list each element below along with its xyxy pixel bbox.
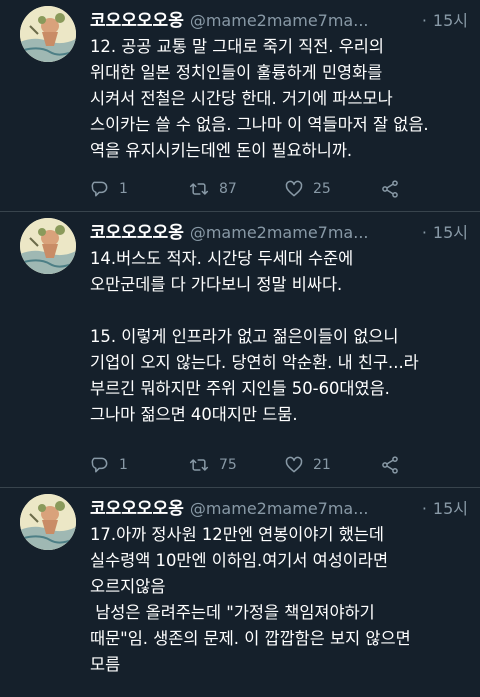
tweet-text: 17.아까 정사원 12만엔 연봉이야기 했는데 실수령액 10만엔 이하임.여…	[90, 525, 411, 674]
share-icon	[382, 456, 398, 474]
share-button[interactable]	[380, 179, 400, 199]
timestamp[interactable]: 15시	[433, 495, 468, 519]
tweet[interactable]: 코오오오오옹 @mame2mame7ma... · 15시 12. 공공 교통 …	[0, 0, 480, 212]
reply-count: 1	[119, 457, 128, 473]
heart-icon	[285, 180, 303, 197]
display-name[interactable]: 코오오오오옹	[90, 494, 184, 519]
like-count: 21	[313, 457, 331, 473]
share-icon	[382, 180, 398, 198]
avatar-image	[20, 218, 76, 274]
reply-button[interactable]: 1	[90, 179, 188, 199]
reply-icon	[91, 457, 108, 473]
like-button[interactable]: 21	[284, 455, 380, 475]
display-name[interactable]: 코오오오오옹	[90, 218, 184, 243]
share-button[interactable]	[380, 455, 400, 475]
separator-dot: ·	[421, 499, 427, 518]
tweet[interactable]: 코오오오오옹 @mame2mame7ma... · 15시 17.아까 정사원 …	[0, 488, 480, 697]
user-handle[interactable]: @mame2mame7ma...	[190, 223, 416, 242]
separator-dot: ·	[421, 11, 427, 30]
timestamp[interactable]: 15시	[433, 7, 468, 31]
heart-icon	[285, 456, 303, 473]
avatar[interactable]	[20, 494, 76, 550]
timestamp[interactable]: 15시	[433, 219, 468, 243]
tweet-text: 14.버스도 적자. 시간당 두세대 수준에 오만군데를 다 가다보니 정말 비…	[90, 249, 419, 424]
avatar-image	[20, 6, 76, 62]
separator-dot: ·	[421, 223, 427, 242]
tweet-thread: 코오오오오옹 @mame2mame7ma... · 15시 12. 공공 교통 …	[0, 0, 480, 695]
tweet[interactable]: 코오오오오옹 @mame2mame7ma... · 15시 14.버스도 적자.…	[0, 212, 480, 488]
display-name[interactable]: 코오오오오옹	[90, 6, 184, 31]
retweet-button[interactable]: 75	[188, 455, 284, 475]
like-count: 25	[313, 181, 331, 197]
tweet-text: 12. 공공 교통 말 그대로 죽기 직전. 우리의 위대한 일본 정치인들이 …	[90, 37, 429, 160]
like-button[interactable]: 25	[284, 179, 380, 199]
avatar[interactable]	[20, 6, 76, 62]
retweet-count: 87	[219, 181, 237, 197]
retweet-button[interactable]: 87	[188, 179, 284, 199]
avatar-image	[20, 494, 76, 550]
retweet-icon	[189, 459, 209, 471]
user-handle[interactable]: @mame2mame7ma...	[190, 11, 416, 30]
reply-icon	[91, 181, 108, 197]
retweet-icon	[189, 183, 209, 195]
retweet-count: 75	[219, 457, 237, 473]
user-handle[interactable]: @mame2mame7ma...	[190, 499, 416, 518]
avatar[interactable]	[20, 218, 76, 274]
reply-button[interactable]: 1	[90, 455, 188, 475]
reply-count: 1	[119, 181, 128, 197]
